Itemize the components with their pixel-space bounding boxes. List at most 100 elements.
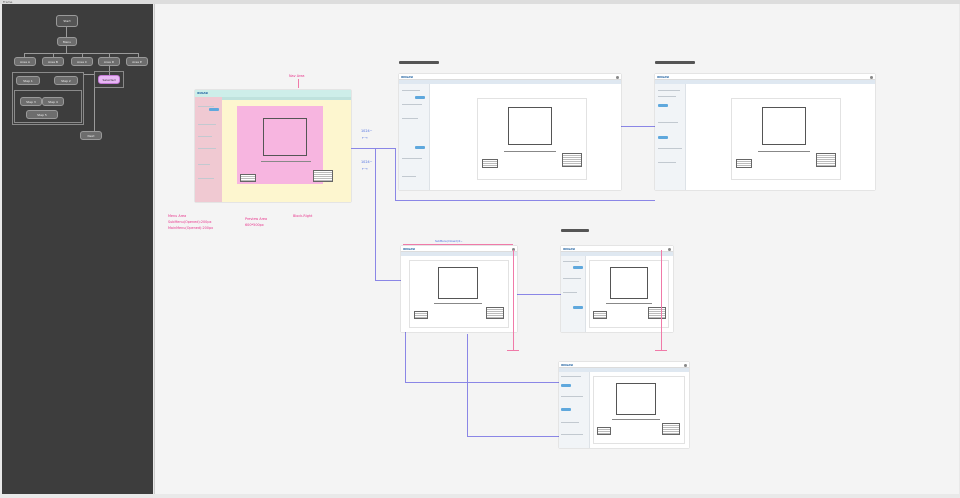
flow-node-start[interactable]: Start [56, 15, 78, 27]
flow-node-area-d[interactable]: Area D [98, 57, 120, 66]
menu-line [563, 278, 581, 279]
flow-node-step-1[interactable]: Step 1 [16, 76, 40, 85]
dimension-line [434, 303, 482, 304]
menu-line [658, 96, 676, 97]
width-annotation-b: 1024~ [361, 160, 373, 164]
dimension-line [758, 151, 810, 152]
preview-table-right [816, 153, 836, 167]
mid-annotation: SubMenu(Closed):0~ [435, 240, 463, 243]
preview-area-annotation: Preview Area [245, 217, 268, 221]
preview-drawing [762, 107, 806, 145]
flow-node-next[interactable]: Next [80, 131, 102, 140]
menu-line [402, 158, 422, 159]
menu-button[interactable] [415, 146, 425, 149]
menu-line [402, 104, 422, 105]
preview-drawing [438, 267, 478, 299]
preview-drawing [610, 267, 648, 299]
menu-line [198, 164, 210, 165]
preview-table-right [562, 153, 582, 167]
preview-table-right [662, 423, 680, 435]
flow-arrow [395, 200, 655, 201]
menu-line [198, 148, 216, 149]
frame-tabs[interactable] [401, 252, 517, 256]
flow-node-area-a[interactable]: Area A [14, 57, 36, 66]
menu-line [561, 434, 583, 435]
frame-tabs[interactable] [655, 80, 875, 84]
frame-tabs[interactable] [399, 80, 621, 84]
user-avatar-icon[interactable] [870, 75, 873, 79]
menu-line [563, 261, 579, 262]
flow-node-area-e[interactable]: Area E [126, 57, 148, 66]
annotated-layout-frame[interactable]: IRUGASI [195, 90, 351, 202]
frame-label [561, 229, 589, 232]
preview-table-left [240, 174, 256, 182]
user-avatar-icon[interactable] [684, 363, 687, 367]
dimension-line [504, 151, 556, 152]
layout-frame-d[interactable]: IRUGASI [561, 246, 673, 332]
menu-button[interactable] [573, 306, 583, 309]
menu-button[interactable] [561, 408, 571, 411]
width-annotation: 1024~ [361, 129, 373, 133]
flow-node-selected[interactable]: Selected [98, 75, 120, 84]
layout-frame-a[interactable]: IRUGASI [399, 74, 621, 190]
flow-connector [84, 74, 94, 75]
layout-frame-c[interactable]: IRUGASI [401, 246, 517, 332]
frame-sidebar[interactable] [561, 256, 586, 332]
arrow-annotation: ←→ [362, 136, 368, 140]
menu-line [402, 176, 416, 177]
menu-button[interactable] [658, 104, 668, 107]
frame-label [399, 61, 439, 64]
layout-frame-b[interactable]: IRUGASI [655, 74, 875, 190]
flow-node-area-c[interactable]: Area C [71, 57, 93, 66]
preview-drawing [263, 118, 307, 156]
menu-button[interactable] [658, 136, 668, 139]
design-canvas[interactable]: Nav Area IRUGASI Menu Area SubMenu(Opene… [154, 4, 959, 494]
guide-line [655, 350, 667, 351]
flow-arrow [621, 126, 655, 127]
menu-button[interactable] [561, 384, 571, 387]
user-avatar-icon[interactable] [616, 75, 619, 79]
flow-node-step-3[interactable]: Step 3 [20, 97, 42, 106]
flow-arrow [375, 280, 401, 281]
frame-preview [593, 376, 685, 444]
flow-connector [24, 53, 138, 54]
submenu-annotation: SubMenu(Opened):200px [168, 220, 212, 224]
menu-line [198, 178, 214, 179]
frame-label [655, 61, 695, 64]
nav-area-annotation: Nav Area [289, 74, 305, 78]
frame-sidebar[interactable] [559, 372, 590, 448]
menu-line [658, 90, 680, 91]
frame-logo: IRUGASI [403, 247, 416, 251]
menu-button[interactable] [415, 96, 425, 99]
flow-panel[interactable]: Start Menu Area A Area B Area C Area D A… [2, 4, 153, 494]
frame-preview [589, 260, 669, 328]
frame-logo: IRUGASI [197, 92, 209, 95]
annotation-pointer [298, 79, 299, 88]
flow-node-step-2[interactable]: Step 2 [54, 76, 78, 85]
frame-sidebar[interactable] [399, 84, 430, 190]
menu-line [561, 422, 579, 423]
flow-node-step-5[interactable]: Step 5 [26, 110, 58, 119]
flow-node-menu[interactable]: Menu [57, 37, 77, 46]
flow-arrow [351, 148, 395, 149]
frame-sidebar[interactable] [655, 84, 686, 190]
menu-line [198, 106, 214, 107]
flow-arrow [517, 294, 561, 295]
block-right-annotation: Block-Right [293, 214, 313, 218]
user-avatar-icon[interactable] [668, 247, 671, 251]
frame-preview [731, 98, 841, 180]
flow-node-step-4[interactable]: Step 4 [42, 97, 64, 106]
menu-button[interactable] [573, 266, 583, 269]
menu-line [658, 122, 678, 123]
flow-connector [94, 84, 95, 132]
dimension-line [261, 161, 311, 162]
menu-line [658, 148, 682, 149]
menu-button[interactable] [209, 108, 219, 111]
preview-table-left [736, 159, 752, 168]
menu-area-highlight [195, 97, 222, 202]
flow-node-area-b[interactable]: Area B [42, 57, 64, 66]
dimension-line [606, 303, 652, 304]
layout-frame-e[interactable]: IRUGASI [559, 362, 689, 448]
preview-table-right [313, 170, 333, 182]
flow-arrow [467, 334, 468, 436]
